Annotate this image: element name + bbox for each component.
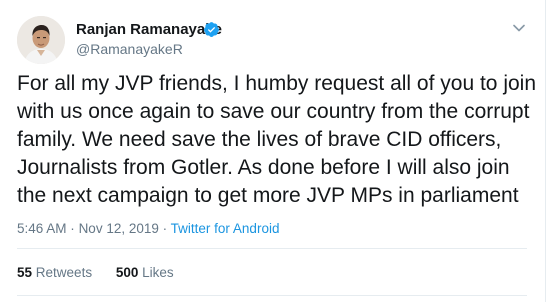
avatar[interactable] (17, 16, 65, 64)
likes-label: Likes (142, 265, 174, 280)
avatar-image (17, 16, 65, 64)
tweet-meta: 5:46 AM · Nov 12, 2019 · Twitter for And… (17, 221, 279, 236)
retweets-count: 55 (17, 265, 33, 280)
tweet-text: For all my JVP friends, I humby request … (17, 72, 537, 207)
tweet-card: Ranjan Ramanayake @RamanayakeR For all m… (0, 0, 546, 302)
meta-separator: · (162, 221, 168, 236)
meta-separator: · (70, 221, 75, 236)
tweet-stats: 55 Retweets 500 Likes (17, 265, 194, 280)
author-name[interactable]: Ranjan Ramanayake (76, 21, 222, 38)
likes-stat[interactable]: 500 Likes (116, 265, 174, 280)
more-options-button[interactable] (511, 20, 527, 36)
likes-count: 500 (115, 265, 139, 280)
divider (17, 248, 527, 249)
divider (17, 295, 527, 296)
retweets-label: Retweets (35, 265, 93, 280)
author-handle[interactable]: @RamanayakeR (76, 41, 183, 57)
tweet-source-link[interactable]: Twitter for Android (171, 221, 280, 236)
tweet-time[interactable]: 5:46 AM (17, 221, 67, 236)
verified-badge-icon (203, 21, 220, 38)
tweet-date[interactable]: Nov 12, 2019 (79, 221, 159, 236)
retweets-stat[interactable]: 55 Retweets (17, 265, 96, 280)
chevron-down-icon (513, 24, 525, 32)
